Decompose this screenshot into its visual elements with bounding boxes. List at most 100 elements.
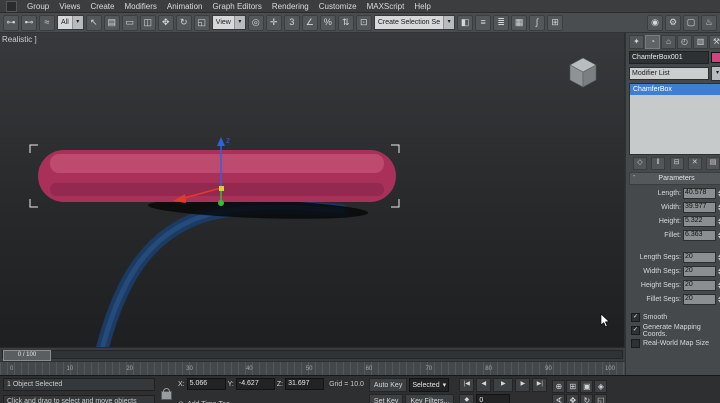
menu-rendering[interactable]: Rendering bbox=[272, 2, 309, 11]
menu-modifiers[interactable]: Modifiers bbox=[124, 2, 156, 11]
menu-create[interactable]: Create bbox=[90, 2, 114, 11]
chevron-down-icon[interactable]: ▾ bbox=[711, 66, 720, 81]
spinner-snap-icon[interactable]: ⇅ bbox=[338, 15, 354, 31]
material-editor-icon[interactable]: ◉ bbox=[647, 15, 663, 31]
tab-display-icon[interactable]: ▥ bbox=[693, 35, 708, 49]
rendered-frame-icon[interactable]: ▢ bbox=[683, 15, 699, 31]
zoom-all-icon[interactable]: ⊞ bbox=[566, 380, 579, 393]
pan-view-icon[interactable]: ✥ bbox=[566, 394, 579, 403]
edit-named-sets-icon[interactable]: ⊡ bbox=[356, 15, 372, 31]
zoom-extents-icon[interactable]: ▣ bbox=[580, 380, 593, 393]
fillet-field[interactable]: 6.363 bbox=[683, 230, 716, 241]
select-object-icon[interactable]: ↖ bbox=[86, 15, 102, 31]
curve-editor-icon[interactable]: ∫ bbox=[529, 15, 545, 31]
orbit-icon[interactable]: ↻ bbox=[580, 394, 593, 403]
viewcube[interactable] bbox=[570, 58, 596, 87]
modifier-stack-item[interactable]: ChamferBox bbox=[630, 84, 720, 95]
key-selection-dropdown[interactable]: Selected ▾ bbox=[409, 378, 449, 392]
make-unique-icon[interactable]: ⊟ bbox=[670, 157, 684, 170]
time-slider[interactable]: 0 / 100 bbox=[0, 347, 625, 361]
time-slider-handle[interactable]: 0 / 100 bbox=[3, 350, 51, 361]
configure-modifier-sets-icon[interactable]: ▤ bbox=[706, 157, 720, 170]
zoom-icon[interactable]: ⊕ bbox=[552, 380, 565, 393]
layer-manager-icon[interactable]: ≣ bbox=[493, 15, 509, 31]
real-world-map-size-checkbox[interactable] bbox=[631, 339, 640, 348]
select-scale-icon[interactable]: ◱ bbox=[194, 15, 210, 31]
coord-x-field[interactable]: 5.066 bbox=[187, 378, 226, 390]
unlink-icon[interactable]: ⊷ bbox=[21, 15, 37, 31]
render-setup-icon[interactable]: ⚙ bbox=[665, 15, 681, 31]
reference-coordinate-dropdown[interactable]: View ▾ bbox=[212, 15, 246, 30]
play-animation-icon[interactable]: ▶ bbox=[493, 378, 513, 392]
auto-key-button[interactable]: Auto Key bbox=[369, 378, 407, 392]
modifier-stack[interactable]: ChamferBox bbox=[629, 83, 720, 155]
gizmo-y-handle[interactable] bbox=[218, 200, 224, 206]
parameters-rollout-header[interactable]: - Parameters bbox=[629, 172, 720, 185]
key-mode-toggle-icon[interactable]: ◆ bbox=[459, 394, 474, 403]
menu-customize[interactable]: Customize bbox=[319, 2, 357, 11]
menu-help[interactable]: Help bbox=[414, 2, 430, 11]
menu-views[interactable]: Views bbox=[59, 2, 80, 11]
menu-maxscript[interactable]: MAXScript bbox=[367, 2, 405, 11]
coord-z-field[interactable]: 31.697 bbox=[285, 378, 324, 390]
select-move-icon[interactable]: ✥ bbox=[158, 15, 174, 31]
coord-y-field[interactable]: -4.627 bbox=[236, 378, 275, 390]
window-crossing-icon[interactable]: ◫ bbox=[140, 15, 156, 31]
go-to-start-icon[interactable]: |◀ bbox=[459, 378, 474, 392]
menu-group[interactable]: Group bbox=[27, 2, 49, 11]
length-field[interactable]: 40.578 bbox=[683, 188, 716, 199]
snap-toggle-icon[interactable]: 3 bbox=[284, 15, 300, 31]
go-to-end-icon[interactable]: ▶| bbox=[532, 378, 547, 392]
app-menu-icon[interactable] bbox=[6, 1, 17, 12]
align-icon[interactable]: ≡ bbox=[475, 15, 491, 31]
select-manipulate-icon[interactable]: ✛ bbox=[266, 15, 282, 31]
pin-stack-icon[interactable]: ◇ bbox=[633, 157, 647, 170]
select-link-icon[interactable]: ⊶ bbox=[3, 15, 19, 31]
selection-lock-icon[interactable] bbox=[161, 391, 172, 400]
tab-create-icon[interactable]: ✦ bbox=[629, 35, 644, 49]
track-bar[interactable]: 0 10 20 30 40 50 60 70 80 90 100 bbox=[0, 361, 625, 375]
smooth-checkbox[interactable]: ✓ bbox=[631, 313, 640, 322]
render-production-icon[interactable]: ♨ bbox=[701, 15, 717, 31]
spline-object[interactable] bbox=[98, 207, 342, 347]
viewport[interactable]: Realistic ] bbox=[0, 33, 625, 347]
maximize-viewport-icon[interactable]: ◱ bbox=[594, 394, 607, 403]
height-field[interactable]: 5.322 bbox=[683, 216, 716, 227]
set-key-button[interactable]: Set Key bbox=[369, 394, 404, 403]
selection-filter-dropdown[interactable]: All ▾ bbox=[57, 15, 84, 30]
selection-region-icon[interactable]: ▭ bbox=[122, 15, 138, 31]
fillet-segs-field[interactable]: 20 bbox=[683, 294, 716, 305]
field-of-view-icon[interactable]: ∢ bbox=[552, 394, 565, 403]
viewport-shading-label[interactable]: Realistic ] bbox=[2, 35, 37, 44]
generate-mapping-coords-checkbox[interactable]: ✓ bbox=[631, 326, 640, 335]
tab-utilities-icon[interactable]: ⚒ bbox=[709, 35, 720, 49]
gizmo-center[interactable] bbox=[219, 186, 224, 191]
tab-hierarchy-icon[interactable]: ⌂ bbox=[661, 35, 676, 49]
gizmo-z-arrowhead-icon[interactable] bbox=[217, 137, 225, 146]
height-segs-field[interactable]: 20 bbox=[683, 280, 716, 291]
tab-motion-icon[interactable]: ◴ bbox=[677, 35, 692, 49]
angle-snap-icon[interactable]: ∠ bbox=[302, 15, 318, 31]
object-color-swatch[interactable] bbox=[711, 52, 720, 63]
select-rotate-icon[interactable]: ↻ bbox=[176, 15, 192, 31]
bind-spacewarp-icon[interactable]: ≈ bbox=[39, 15, 55, 31]
key-filters-button[interactable]: Key Filters... bbox=[405, 394, 454, 403]
mirror-icon[interactable]: ◧ bbox=[457, 15, 473, 31]
time-slider-groove[interactable] bbox=[2, 350, 623, 359]
schematic-view-icon[interactable]: ⊞ bbox=[547, 15, 563, 31]
menu-animation[interactable]: Animation bbox=[167, 2, 203, 11]
percent-snap-icon[interactable]: % bbox=[320, 15, 336, 31]
tab-modify-icon[interactable]: ◔ bbox=[645, 35, 660, 49]
length-segs-field[interactable]: 20 bbox=[683, 252, 716, 263]
current-frame-field[interactable]: 0 bbox=[476, 394, 510, 403]
object-name-field[interactable]: ChamferBox001 bbox=[629, 51, 709, 64]
width-segs-field[interactable]: 20 bbox=[683, 266, 716, 277]
next-frame-icon[interactable]: ▶ bbox=[515, 378, 530, 392]
show-end-result-icon[interactable]: ‖ bbox=[651, 157, 665, 170]
remove-modifier-icon[interactable]: ✕ bbox=[688, 157, 702, 170]
previous-frame-icon[interactable]: ◀ bbox=[476, 378, 491, 392]
zoom-extents-all-icon[interactable]: ◈ bbox=[594, 380, 607, 393]
ribbon-icon[interactable]: ▦ bbox=[511, 15, 527, 31]
modifier-list-dropdown[interactable]: Modifier List bbox=[629, 67, 709, 80]
menu-graph-editors[interactable]: Graph Editors bbox=[212, 2, 261, 11]
